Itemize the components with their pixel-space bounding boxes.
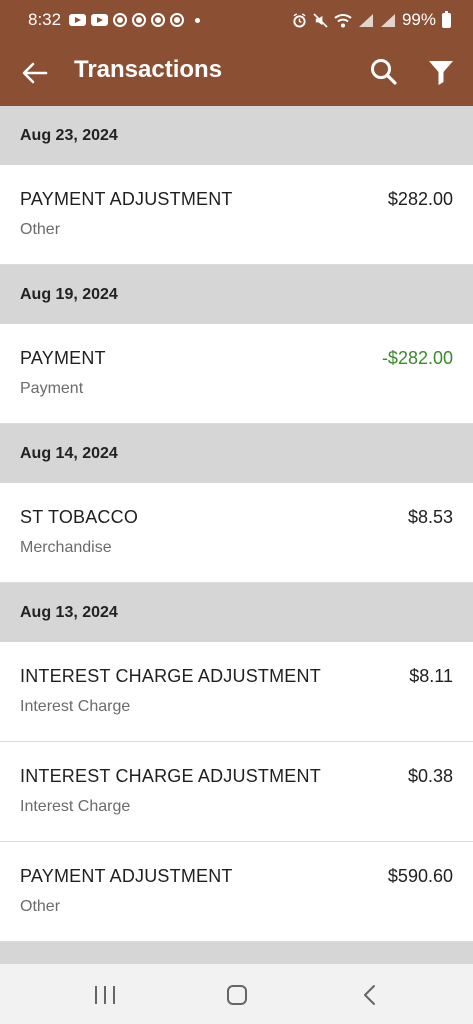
transaction-row[interactable]: INTEREST CHARGE ADJUSTMENT Interest Char… (0, 642, 473, 742)
transaction-amount: $282.00 (387, 189, 453, 209)
chrome-icon (170, 13, 185, 27)
transaction-category: Other (20, 898, 61, 915)
date-header: Aug 13, 2024 (0, 583, 473, 642)
transaction-amount: $0.38 (407, 766, 453, 786)
battery-percent: 99% (401, 10, 436, 29)
chrome-icon (151, 13, 166, 27)
signal-icon (358, 13, 373, 27)
page-title: Transactions (74, 56, 223, 83)
transaction-name: PAYMENT (20, 348, 106, 368)
wifi-icon (334, 13, 352, 27)
transaction-category: Interest Charge (20, 798, 131, 815)
transactions-list[interactable]: Aug 23, 2024 PAYMENT ADJUSTMENT Other $2… (0, 106, 473, 964)
transaction-row[interactable]: ST TOBACCO Merchandise $8.53 (0, 483, 473, 583)
status-time: 8:32 (28, 10, 62, 29)
status-bar: 8:32 99% (0, 0, 473, 40)
transaction-name: PAYMENT ADJUSTMENT (20, 189, 233, 209)
transaction-name: ST TOBACCO (20, 507, 139, 527)
system-icons: 99% (292, 10, 451, 30)
transaction-category: Payment (20, 380, 84, 397)
transaction-category: Interest Charge (20, 698, 131, 715)
system-nav-bar (0, 964, 473, 1024)
date-header: Aug 23, 2024 (0, 106, 473, 165)
youtube-icon (69, 14, 87, 26)
filter-button[interactable] (425, 56, 457, 88)
transaction-amount: -$282.00 (381, 348, 453, 368)
app-bar: 8:32 99% Transactions (0, 0, 473, 106)
transaction-row[interactable]: PAYMENT ADJUSTMENT Other $282.00 (0, 165, 473, 265)
youtube-icon (91, 14, 109, 26)
transaction-category: Other (20, 221, 61, 238)
toolbar: Transactions (0, 40, 473, 106)
transaction-name: INTEREST CHARGE ADJUSTMENT (20, 766, 321, 786)
battery-icon (442, 10, 451, 28)
back-icon[interactable] (362, 984, 378, 1006)
transaction-amount: $8.53 (407, 507, 453, 527)
notification-icons (69, 13, 201, 27)
mute-icon (313, 12, 328, 28)
transaction-name: INTEREST CHARGE ADJUSTMENT (20, 666, 321, 686)
filter-icon (429, 61, 453, 85)
date-header (0, 942, 473, 964)
home-icon[interactable] (227, 985, 247, 1005)
transaction-name: PAYMENT ADJUSTMENT (20, 866, 233, 886)
date-header: Aug 19, 2024 (0, 265, 473, 324)
chrome-icon (132, 13, 147, 27)
transaction-amount: $590.60 (387, 866, 453, 886)
back-arrow-icon (22, 62, 48, 84)
transaction-amount: $8.11 (409, 666, 453, 686)
alarm-icon (293, 12, 306, 28)
transaction-row[interactable]: INTEREST CHARGE ADJUSTMENT Interest Char… (0, 742, 473, 842)
recents-icon[interactable] (95, 986, 115, 1004)
search-button[interactable] (368, 56, 400, 88)
transaction-row[interactable]: PAYMENT Payment -$282.00 (0, 324, 473, 424)
chrome-icon (113, 13, 128, 27)
signal-icon (380, 13, 395, 27)
transaction-category: Merchandise (20, 539, 112, 556)
search-icon (371, 59, 397, 85)
transaction-row[interactable]: PAYMENT ADJUSTMENT Other $590.60 (0, 842, 473, 942)
back-arrow-button[interactable] (20, 58, 50, 88)
dot-icon (195, 17, 201, 23)
date-header: Aug 14, 2024 (0, 424, 473, 483)
